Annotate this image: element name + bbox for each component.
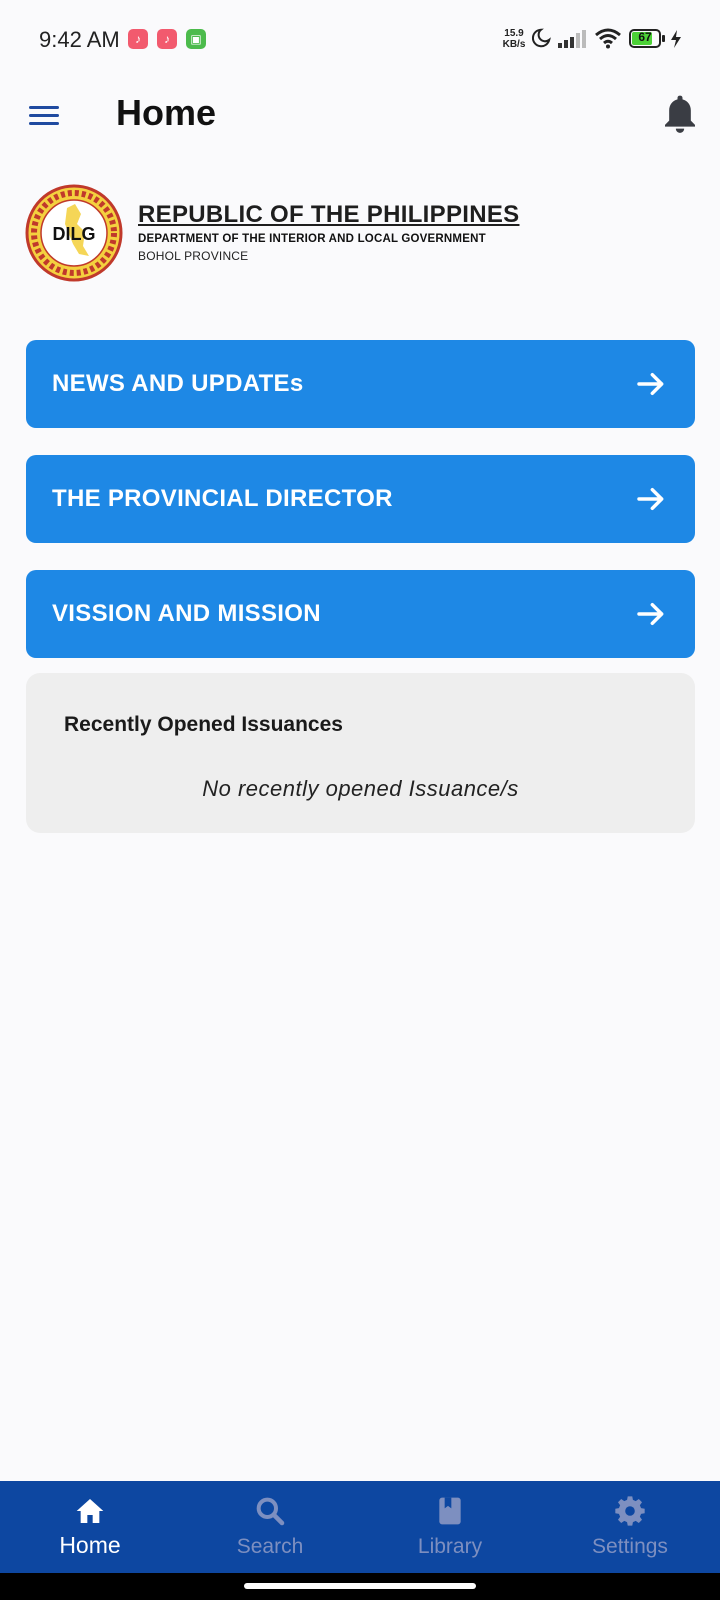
tiktok-icon: ♪ bbox=[157, 29, 177, 49]
nav-tab-label: Settings bbox=[592, 1535, 668, 1558]
dilg-seal-logo: DILG bbox=[25, 184, 123, 282]
status-time: 9:42 AM bbox=[39, 27, 120, 52]
battery-icon: 67 bbox=[629, 29, 665, 48]
app-bar: Home bbox=[0, 80, 720, 150]
bottom-navigation: Home Search Library Settings bbox=[0, 1481, 720, 1573]
messaging-app-icon: ▣ bbox=[186, 29, 206, 49]
nav-tab-home[interactable]: Home bbox=[0, 1481, 180, 1573]
hamburger-menu-icon[interactable] bbox=[26, 98, 62, 134]
org-province: BOHOL PROVINCE bbox=[138, 249, 249, 263]
charging-bolt-icon bbox=[671, 30, 681, 48]
nav-tab-label: Home bbox=[59, 1532, 121, 1558]
provincial-director-button[interactable]: THE PROVINCIAL DIRECTOR bbox=[26, 455, 695, 543]
home-icon bbox=[76, 1499, 104, 1523]
home-gesture-handle[interactable] bbox=[244, 1583, 476, 1589]
header-text: REPUBLIC OF THE PHILIPPINES DEPARTMENT O… bbox=[138, 200, 519, 263]
system-gesture-bar bbox=[0, 1573, 720, 1600]
arrow-right-icon bbox=[637, 602, 664, 626]
arrow-right-icon bbox=[637, 487, 664, 511]
svg-text:DILG: DILG bbox=[53, 224, 96, 244]
recent-issuances-title: Recently Opened Issuances bbox=[64, 713, 343, 736]
bell-icon[interactable] bbox=[660, 92, 700, 136]
news-and-updates-button[interactable]: NEWS AND UPDATEs bbox=[26, 340, 695, 428]
book-icon bbox=[439, 1497, 461, 1525]
org-department: DEPARTMENT OF THE INTERIOR AND LOCAL GOV… bbox=[138, 233, 486, 245]
page-title: Home bbox=[116, 92, 217, 133]
recent-issuances-empty-message: No recently opened Issuance/s bbox=[202, 776, 519, 801]
status-bar: 9:42 AM ♪ ♪ ▣ 15.9 KB/s 67 bbox=[0, 0, 720, 80]
nav-card-label: NEWS AND UPDATEs bbox=[52, 370, 304, 397]
nav-tab-search[interactable]: Search bbox=[180, 1481, 360, 1573]
network-speed: 15.9 KB/s bbox=[502, 28, 526, 50]
vision-and-mission-button[interactable]: VISSION AND MISSION bbox=[26, 570, 695, 658]
nav-card-label: THE PROVINCIAL DIRECTOR bbox=[52, 485, 393, 512]
search-icon bbox=[256, 1497, 285, 1526]
gear-icon bbox=[615, 1496, 645, 1526]
arrow-right-icon bbox=[637, 372, 664, 396]
nav-tab-library[interactable]: Library bbox=[360, 1481, 540, 1573]
cellular-signal-icon bbox=[558, 30, 586, 48]
nav-tab-label: Library bbox=[417, 1535, 483, 1558]
do-not-disturb-moon-icon bbox=[532, 28, 551, 48]
recent-issuances-panel: Recently Opened Issuances No recently op… bbox=[26, 673, 695, 833]
wifi-icon bbox=[595, 28, 621, 49]
nav-tab-settings[interactable]: Settings bbox=[540, 1481, 720, 1573]
nav-card-label: VISSION AND MISSION bbox=[52, 600, 321, 627]
org-title: REPUBLIC OF THE PHILIPPINES bbox=[138, 201, 520, 228]
tiktok-icon: ♪ bbox=[128, 29, 148, 49]
nav-tab-label: Search bbox=[236, 1535, 304, 1558]
